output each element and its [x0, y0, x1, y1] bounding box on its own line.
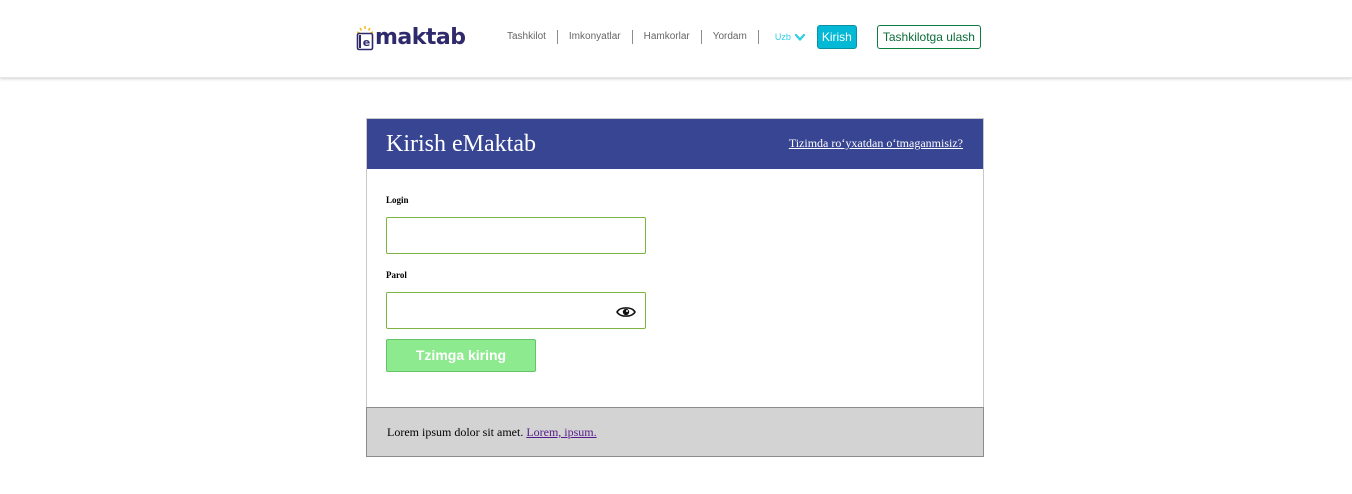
login-label: Login	[386, 195, 409, 205]
language-label: Uzb	[774, 32, 791, 42]
emaktab-book-logo-icon: e	[356, 26, 374, 51]
footer-link[interactable]: Lorem, ipsum.	[526, 425, 596, 439]
main-nav: Tashkilot Imkonyatlar Hamkorlar Yordam U…	[496, 25, 981, 49]
login-card-header: Kirish eMaktab Tizimda ro‘yxatdan o‘tmag…	[367, 119, 983, 169]
submit-login-button[interactable]: Tzimga kiring	[386, 339, 536, 372]
login-nav-button[interactable]: Kirish	[816, 25, 857, 49]
svg-text:e: e	[363, 36, 370, 49]
top-navigation-bar: e maktab Tashkilot Imkonyatlar Hamkorlar…	[0, 0, 1352, 78]
register-link[interactable]: Tizimda ro‘yxatdan o‘tmaganmisiz?	[789, 136, 963, 151]
password-label: Parol	[386, 270, 407, 280]
connect-organization-button[interactable]: Tashkilotga ulash	[876, 25, 981, 49]
login-card: Kirish eMaktab Tizimda ro‘yxatdan o‘tmag…	[366, 118, 984, 457]
page-title: Kirish eMaktab	[386, 131, 536, 157]
login-input[interactable]	[386, 217, 646, 254]
language-selector[interactable]: Uzb	[759, 32, 817, 42]
eye-icon[interactable]	[616, 304, 636, 320]
nav-item-hamkorlar[interactable]: Hamkorlar	[633, 30, 702, 44]
nav-item-yordam[interactable]: Yordam	[702, 30, 759, 44]
emaktab-logo[interactable]: e maktab	[356, 24, 466, 52]
nav-item-tashkilot[interactable]: Tashkilot	[496, 30, 558, 44]
footer-text: Lorem ipsum dolor sit amet.	[387, 425, 524, 439]
chevron-down-icon	[794, 33, 805, 41]
login-card-footer: Lorem ipsum dolor sit amet. Lorem, ipsum…	[366, 407, 984, 457]
logo-text: maktab	[375, 25, 466, 50]
nav-item-imkonyatlar[interactable]: Imkonyatlar	[558, 30, 633, 44]
password-input[interactable]	[386, 292, 646, 329]
footer-note: Lorem ipsum dolor sit amet. Lorem, ipsum…	[387, 425, 597, 440]
